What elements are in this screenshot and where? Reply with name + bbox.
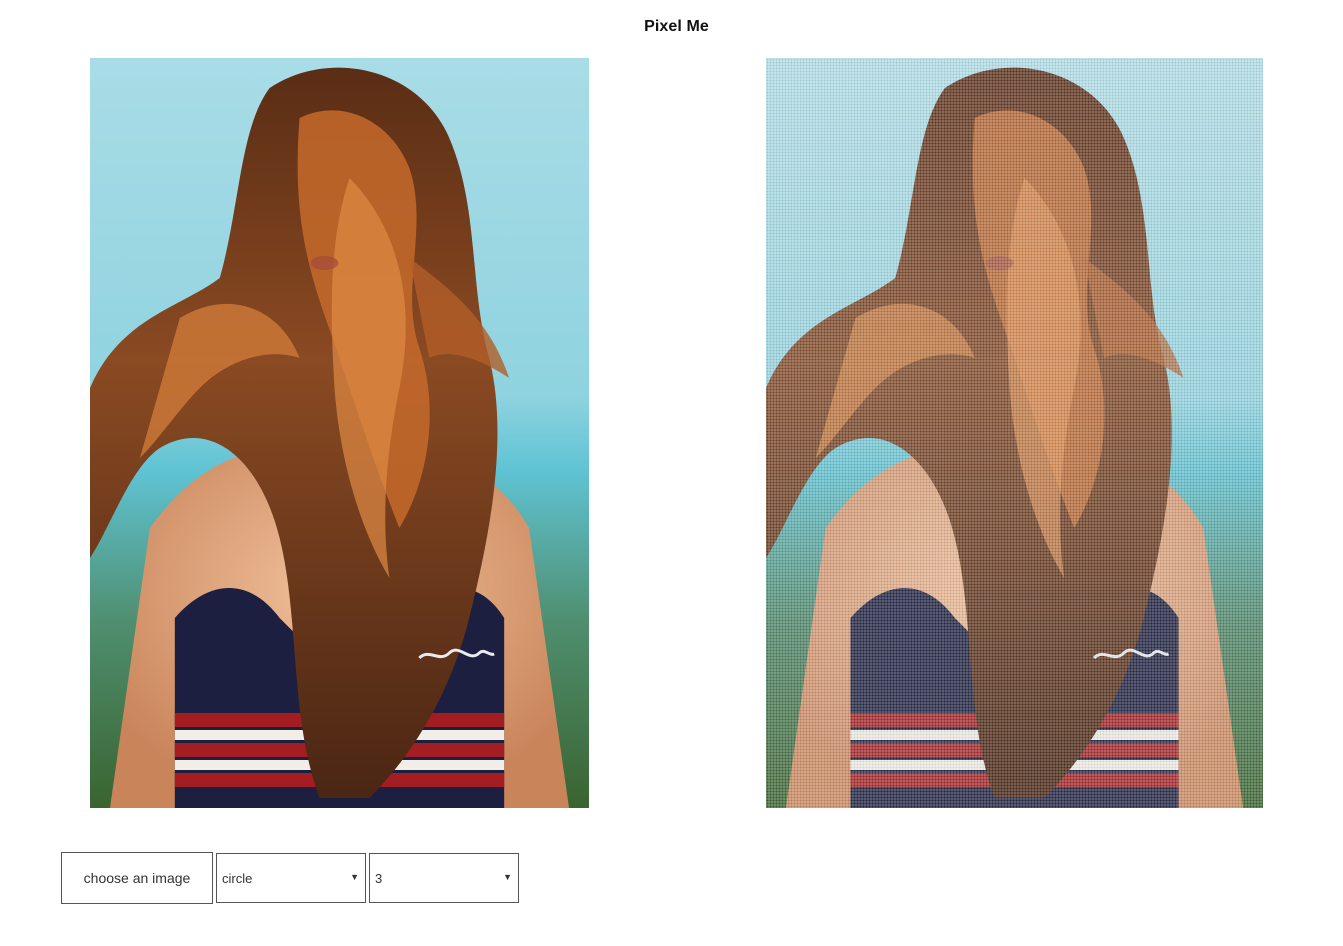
size-select[interactable]: 3 ▼ <box>369 853 519 903</box>
original-image <box>90 58 589 808</box>
controls-bar: choose an image circle ▼ 3 ▼ <box>61 852 519 904</box>
chevron-down-icon: ▼ <box>350 872 359 882</box>
original-image-art <box>90 58 589 808</box>
page-title: Pixel Me <box>644 18 709 35</box>
pixelated-image <box>766 58 1263 808</box>
shape-select[interactable]: circle ▼ <box>216 853 366 903</box>
shape-select-value: circle <box>222 871 253 886</box>
size-select-value: 3 <box>375 871 383 886</box>
chevron-down-icon: ▼ <box>503 872 512 882</box>
choose-image-label: choose an image <box>83 870 191 886</box>
choose-image-button[interactable]: choose an image <box>61 852 213 904</box>
pixel-me-app: Pixel Me choose an image circle ▼ 3 ▼ <box>0 0 1343 946</box>
pixelated-image-art <box>766 58 1263 808</box>
